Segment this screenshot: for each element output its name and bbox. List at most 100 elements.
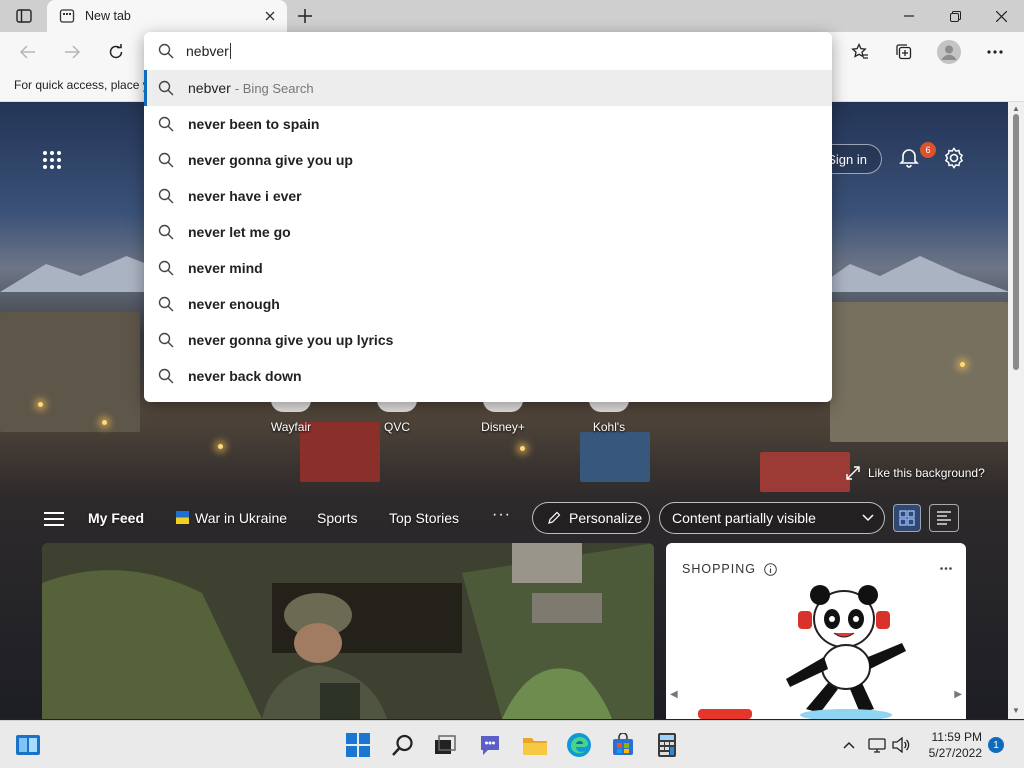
favorites-star-icon — [851, 43, 868, 59]
feed-menu-button[interactable] — [44, 512, 64, 528]
content-visibility-dropdown[interactable]: Content partially visible — [659, 502, 885, 534]
suggestion-text: never gonna give you up lyrics — [188, 332, 394, 348]
feed-more-button[interactable]: ··· — [492, 506, 511, 524]
scroll-up-arrow[interactable]: ▲ — [1012, 104, 1020, 113]
search-icon — [158, 116, 174, 132]
search-icon — [158, 260, 174, 276]
chat-button[interactable] — [476, 731, 504, 759]
app-grid-dot — [57, 151, 61, 155]
arrow-left-icon — [20, 45, 35, 59]
background-mountains-right — [810, 256, 1008, 292]
show-hidden-icons-button[interactable] — [838, 731, 860, 759]
notification-center-badge[interactable]: 1 — [988, 737, 1004, 753]
feed-tab-sports[interactable]: Sports — [317, 510, 357, 526]
collections-button[interactable] — [890, 38, 918, 66]
quick-link-disney-plus[interactable]: Disney+ — [473, 400, 533, 434]
file-explorer-button[interactable] — [521, 731, 549, 759]
quick-link-wayfair[interactable]: Wayfair — [261, 400, 321, 434]
profile-button[interactable] — [935, 38, 963, 66]
suggestion-text: never enough — [188, 296, 280, 312]
taskbar-search-button[interactable] — [389, 731, 417, 759]
shopping-more-options-button[interactable] — [940, 557, 952, 573]
taskbar-clock[interactable]: 11:59 PM 5/27/2022 — [920, 729, 982, 761]
quick-link-kohls[interactable]: Kohl's — [579, 400, 639, 434]
profile-avatar-icon — [937, 40, 961, 64]
grid-layout-button[interactable] — [893, 504, 921, 532]
calculator-button[interactable] — [653, 731, 681, 759]
app-grid-dot — [57, 158, 61, 162]
volume-icon — [892, 737, 910, 753]
suggestion-item[interactable]: never enough — [144, 286, 832, 322]
page-scrollbar[interactable]: ▲ ▼ — [1008, 102, 1024, 719]
personalize-button[interactable]: Personalize — [532, 502, 650, 534]
background-street-light — [38, 402, 43, 407]
refresh-button[interactable] — [102, 38, 130, 66]
minimize-icon — [904, 15, 914, 17]
task-view-button[interactable] — [431, 731, 459, 759]
scrollbar-thumb[interactable] — [1013, 114, 1019, 370]
quick-link-label: Disney+ — [481, 420, 525, 434]
shopping-card[interactable]: SHOPPING ◀ ▶ — [666, 543, 966, 719]
feed-tab-my-feed[interactable]: My Feed — [88, 510, 144, 526]
carousel-next-button[interactable]: ▶ — [954, 689, 962, 700]
app-grid-dot — [50, 165, 54, 169]
network-status-button[interactable] — [866, 731, 888, 759]
chevron-up-icon — [843, 741, 855, 749]
suggestion-item[interactable]: nebver - Bing Search — [144, 70, 832, 106]
app-grid-dot — [57, 165, 61, 169]
new-tab-button[interactable] — [292, 4, 318, 28]
background-street-light — [102, 420, 107, 425]
news-photo — [42, 543, 654, 719]
hero-news-card[interactable] — [42, 543, 654, 719]
text-cursor — [229, 43, 231, 59]
info-icon[interactable] — [764, 562, 777, 576]
edge-browser-button[interactable] — [565, 731, 593, 759]
feed-tab-war-in-ukraine[interactable]: War in Ukraine — [176, 510, 287, 526]
app-grid-dot — [43, 151, 47, 155]
suggestion-text: never let me go — [188, 224, 291, 240]
suggestion-item[interactable]: never back down — [144, 358, 832, 394]
apps-launcher-button[interactable] — [40, 148, 64, 172]
folder-icon — [523, 738, 547, 755]
more-horizontal-icon — [940, 567, 952, 570]
restore-button[interactable] — [932, 0, 978, 32]
widgets-button[interactable] — [14, 731, 42, 759]
forward-button[interactable] — [58, 38, 86, 66]
search-icon — [158, 152, 174, 168]
notifications-button[interactable]: 6 — [898, 142, 936, 172]
microsoft-store-button[interactable] — [609, 731, 637, 759]
chat-icon — [481, 736, 499, 755]
tab-new-tab[interactable]: New tab — [47, 0, 287, 32]
suggestion-item[interactable]: never let me go — [144, 214, 832, 250]
scroll-down-arrow[interactable]: ▼ — [1012, 706, 1020, 715]
suggestion-item[interactable]: never gonna give you up — [144, 142, 832, 178]
volume-button[interactable] — [890, 731, 912, 759]
suggestion-text: never back down — [188, 368, 302, 384]
list-layout-icon — [937, 511, 951, 525]
settings-and-more-button[interactable] — [981, 38, 1009, 66]
start-button[interactable] — [344, 731, 372, 759]
favorites-button[interactable] — [846, 38, 874, 66]
minimize-button[interactable] — [886, 0, 932, 32]
suggestion-item[interactable]: never have i ever — [144, 178, 832, 214]
suggestion-text: nebver — [188, 80, 231, 96]
list-layout-button[interactable] — [929, 504, 959, 532]
suggestion-item[interactable]: never been to spain — [144, 106, 832, 142]
like-background-link[interactable]: Like this background? — [846, 466, 985, 480]
chevron-down-icon — [862, 514, 874, 522]
carousel-previous-button[interactable]: ◀ — [670, 689, 678, 700]
suggestion-item[interactable]: never gonna give you up lyrics — [144, 322, 832, 358]
address-bar-input[interactable]: nebver — [144, 32, 832, 70]
address-bar-dropdown: nebver nebver - Bing Search never been t… — [144, 32, 832, 402]
close-window-button[interactable] — [978, 0, 1024, 32]
clock-time: 11:59 PM — [931, 730, 982, 744]
back-button[interactable] — [14, 38, 42, 66]
tab-actions-button[interactable] — [8, 4, 40, 28]
close-tab-icon[interactable] — [261, 7, 279, 25]
feed-tab-top-stories[interactable]: Top Stories — [389, 510, 459, 526]
favorites-bar-message: For quick access, place y — [14, 78, 149, 92]
page-settings-button[interactable] — [942, 146, 968, 172]
network-icon — [868, 738, 886, 753]
suggestion-item[interactable]: never mind — [144, 250, 832, 286]
quick-link-qvc[interactable]: QVC — [367, 400, 427, 434]
